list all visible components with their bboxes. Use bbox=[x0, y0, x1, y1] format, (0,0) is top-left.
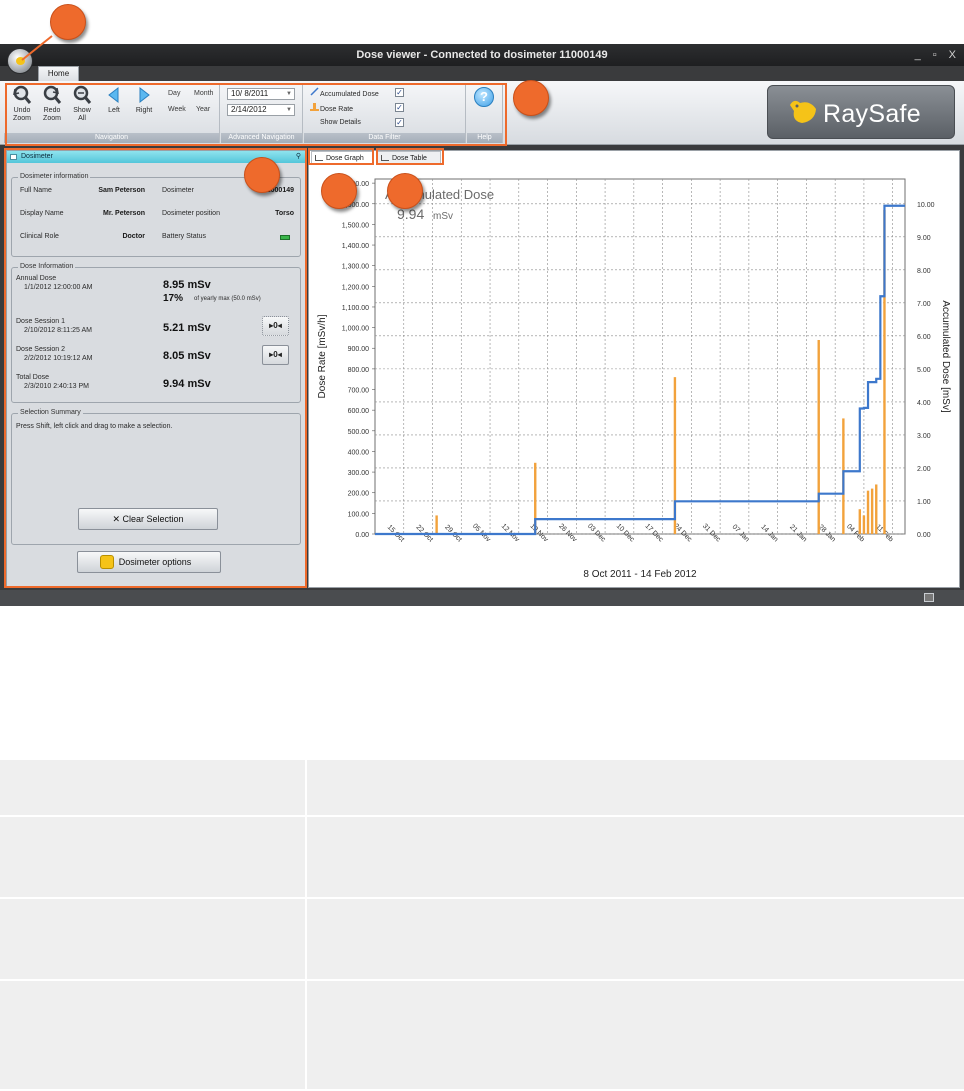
y-axis-label: Dose Rate [mSv/h] bbox=[317, 314, 328, 398]
dose-chart[interactable]: 15 Oct 22 Oct 29 Oct 05 Nov 12 Nov 19 Nov 26 N… bbox=[309, 165, 959, 587]
callout-5 bbox=[387, 173, 423, 209]
legend-cell-description bbox=[306, 816, 964, 899]
legend-cell-key bbox=[0, 816, 307, 899]
status-bar bbox=[0, 590, 964, 606]
dose-rate-bar bbox=[875, 484, 878, 534]
x-axis-label: 8 Oct 2011 - 14 Feb 2012 bbox=[583, 569, 697, 580]
raysafe-bird-icon bbox=[790, 100, 816, 123]
y-tick-label: 1,100.00 bbox=[342, 305, 369, 312]
y2-tick-label: 1.00 bbox=[917, 499, 931, 506]
y-tick-label: 100.00 bbox=[348, 511, 370, 518]
y2-tick-label: 9.00 bbox=[917, 235, 931, 242]
legend-cell-key bbox=[0, 980, 307, 1091]
raysafe-logo-text: RaySafe bbox=[823, 100, 921, 128]
y2-tick-label: 4.00 bbox=[917, 400, 931, 407]
y-tick-label: 900.00 bbox=[348, 346, 370, 353]
callout-legend-table bbox=[0, 760, 964, 1091]
callout-4 bbox=[321, 173, 357, 209]
y-tick-label: 0.00 bbox=[355, 532, 369, 539]
ribbon-highlight bbox=[5, 83, 507, 146]
dosimeter-panel-highlight bbox=[4, 148, 307, 588]
y-tick-label: 1,500.00 bbox=[342, 222, 369, 229]
legend-row-1 bbox=[0, 760, 964, 817]
y-tick-label: 700.00 bbox=[348, 388, 370, 395]
dose-rate-bar bbox=[862, 515, 866, 534]
raysafe-logo: RaySafe bbox=[767, 85, 955, 139]
y2-tick-label: 2.00 bbox=[917, 466, 931, 473]
y-tick-label: 1,200.00 bbox=[342, 284, 369, 291]
dose-graph-panel: Dose Graph Dose Table 15 Oct 22 Oct 29 Oct… bbox=[308, 150, 960, 588]
y2-tick-label: 6.00 bbox=[917, 334, 931, 341]
callout-2 bbox=[513, 80, 549, 116]
y-tick-label: 200.00 bbox=[348, 491, 370, 498]
y-tick-label: 800.00 bbox=[348, 367, 370, 374]
y2-tick-label: 8.00 bbox=[917, 268, 931, 275]
plot-area bbox=[374, 178, 906, 535]
y-tick-label: 400.00 bbox=[348, 449, 370, 456]
y-tick-label: 300.00 bbox=[348, 470, 370, 477]
y2-axis-label: Accumulated Dose [mSv] bbox=[940, 300, 951, 412]
dose-rate-bar bbox=[870, 488, 874, 534]
legend-cell-description bbox=[306, 980, 964, 1091]
y-tick-label: 1,000.00 bbox=[342, 326, 369, 333]
y-tick-label: 1,300.00 bbox=[342, 264, 369, 271]
legend-cell-key bbox=[0, 898, 307, 981]
dose-rate-bar bbox=[858, 509, 862, 534]
y-tick-label: 600.00 bbox=[348, 408, 370, 415]
callout-3 bbox=[244, 157, 280, 193]
callout-1 bbox=[50, 4, 86, 40]
y2-tick-label: 5.00 bbox=[917, 367, 931, 374]
legend-cell-description bbox=[306, 760, 964, 817]
page: { "window": { "title": "Dose viewer - Co… bbox=[0, 0, 964, 1091]
y-tick-label: 1,400.00 bbox=[342, 243, 369, 250]
legend-row-3 bbox=[0, 898, 964, 981]
legend-row-2 bbox=[0, 816, 964, 899]
y2-tick-label: 10.00 bbox=[917, 202, 935, 209]
dose-rate-bar bbox=[866, 490, 870, 534]
dose-rate-bar bbox=[817, 339, 820, 534]
y-tick-label: 500.00 bbox=[348, 429, 370, 436]
legend-cell-description bbox=[306, 898, 964, 981]
dose-rate-bar bbox=[435, 515, 438, 534]
y2-tick-label: 0.00 bbox=[917, 532, 931, 539]
accumulated-dose-overlay-unit: mSv bbox=[433, 211, 453, 222]
legend-cell-key bbox=[0, 760, 307, 817]
y2-tick-label: 7.00 bbox=[917, 301, 931, 308]
legend-row-4 bbox=[0, 980, 964, 1091]
y2-tick-label: 3.00 bbox=[917, 433, 931, 440]
callout-leader bbox=[21, 35, 53, 61]
status-bar-icon[interactable] bbox=[924, 593, 934, 602]
dose-graph-tab-highlight bbox=[308, 148, 374, 165]
dose-table-tab-highlight bbox=[376, 148, 444, 165]
